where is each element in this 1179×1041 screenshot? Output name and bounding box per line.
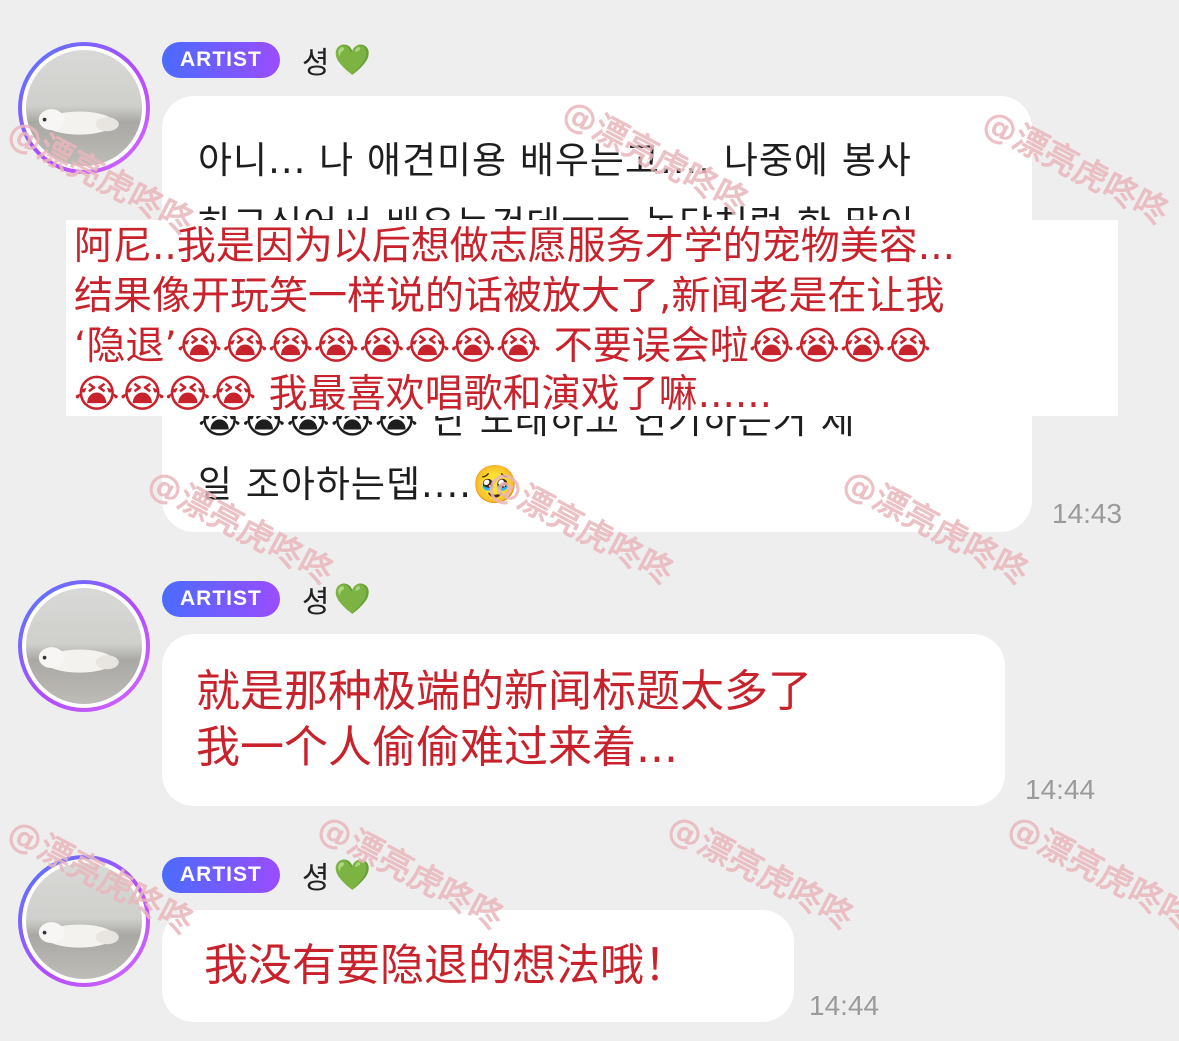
avatar[interactable]: [18, 580, 150, 712]
sender-row: ARTIST 셩 💚: [162, 38, 371, 82]
translation-line: 结果像开玩笑一样说的话被放大了,新闻老是在让我: [74, 274, 945, 319]
message-bubble[interactable]: 就是那种极端的新闻标题太多了 我一个人偷偷难过来着...: [162, 634, 1005, 806]
watermark: @漂亮虎咚咚: [1000, 807, 1179, 939]
message-time: 14:43: [1052, 498, 1123, 529]
translation-line: 😭😭😭😭 我最喜欢唱歌和演戏了嘛......: [74, 372, 773, 417]
message-time: 14:44: [1025, 774, 1096, 805]
translation-line: 我一个人偷偷难过来着...: [196, 722, 678, 773]
translation-line: 就是那种极端的新闻标题太多了: [196, 666, 812, 717]
artist-badge: ARTIST: [162, 581, 280, 617]
sleeping-dog-photo-icon: [26, 588, 142, 704]
sender-name[interactable]: 셩: [302, 853, 330, 897]
sender-name[interactable]: 셩: [302, 38, 330, 82]
translation-line: 我没有要隐退的想法哦！: [204, 940, 688, 991]
message-time: 14:44: [809, 990, 880, 1021]
sender-row: ARTIST 셩 💚: [162, 853, 371, 897]
sender-row: ARTIST 셩 💚: [162, 579, 371, 620]
translation-overlay: 阿尼..我是因为以后想做志愿服务才学的宠物美容... 结果像开玩笑一样说的话被放…: [66, 220, 1118, 417]
translation-line: 阿尼..我是因为以后想做志愿服务才学的宠物美容...: [74, 224, 955, 269]
korean-text-line: 아니... 나 애견미용 배우는고.... 나중에 봉사: [198, 139, 912, 182]
green-heart-icon: 💚: [333, 42, 371, 78]
green-heart-icon: 💚: [333, 581, 371, 617]
artist-badge: ARTIST: [162, 42, 280, 78]
translation-line: ‘隐退’😭😭😭😭😭😭😭😭 不要误会啦😭😭😭😭: [74, 324, 932, 369]
